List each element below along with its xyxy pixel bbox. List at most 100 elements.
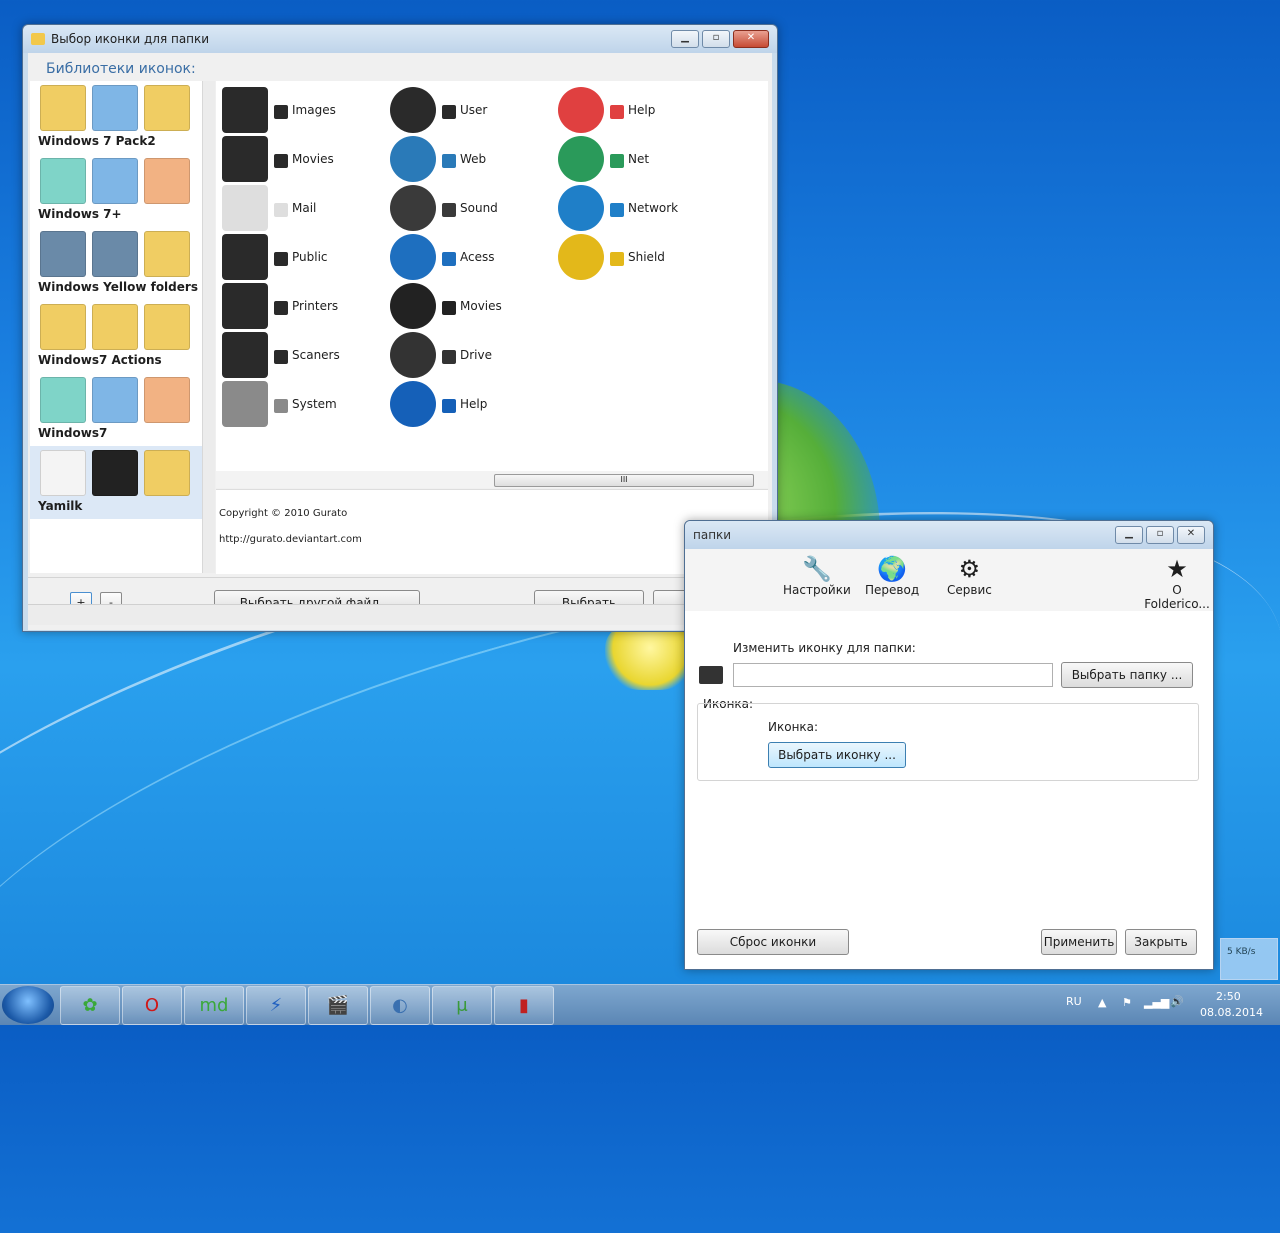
public-folder-small-icon — [274, 252, 288, 266]
net-speed-widget[interactable]: 5 KB/s — [1220, 938, 1278, 980]
copyright-text: Copyright © 2010 Gurato — [219, 508, 348, 519]
icon-item[interactable]: Acess — [390, 234, 550, 282]
library-item[interactable]: Windows7 Actions — [30, 300, 202, 373]
library-preview-icons — [40, 377, 190, 423]
library-item[interactable]: Windows 7+ — [30, 154, 202, 227]
utorrent-icon[interactable]: μ — [432, 986, 492, 1025]
maximize-button[interactable]: ▫ — [702, 30, 730, 48]
icon-label: Web — [460, 152, 487, 166]
folder-icon — [699, 666, 723, 684]
library-label: Библиотеки иконок: — [46, 61, 196, 77]
icon-label: Иконка: — [768, 720, 819, 734]
icon-item[interactable]: Help — [558, 87, 718, 135]
icq-icon[interactable]: ✿ — [60, 986, 120, 1025]
speaker-small-icon — [442, 203, 456, 217]
signal-icon[interactable]: ▂▄▆ — [1144, 996, 1169, 1009]
icon-item[interactable]: Movies — [390, 283, 550, 331]
icon-grid[interactable]: Images Movies Mail Public Printers Scaners Sys… — [216, 81, 768, 471]
folder-icon — [31, 33, 45, 45]
folder-calendar-icon — [92, 304, 138, 350]
mpc-be-icon[interactable]: 🎬 — [308, 986, 368, 1025]
start-button[interactable] — [2, 986, 54, 1024]
blue-folder-icon — [92, 158, 138, 204]
toolbar: 🔧 Настройки 🌍 Перевод ⚙ Сервис ★ О Folderico... — [685, 549, 1213, 611]
library-scrollbar[interactable] — [202, 81, 215, 573]
toolbar-label: Перевод — [865, 583, 920, 597]
folder-check-blue-icon — [92, 85, 138, 131]
icon-grid-hscrollbar[interactable]: III — [216, 471, 768, 488]
icon-item[interactable]: Images — [222, 87, 382, 135]
titlebar[interactable]: Выбор иконки для папки ▁ ▫ ✕ — [23, 25, 777, 53]
titlebar[interactable]: папки ▁ ▫ ✕ — [685, 521, 1213, 549]
folder-printer-dark-icon — [92, 231, 138, 277]
net-globe-small-icon — [610, 154, 624, 168]
minimize-button[interactable]: ▁ — [1115, 526, 1143, 544]
opera-icon[interactable]: O — [122, 986, 182, 1025]
choose-icon-button[interactable]: Выбрать иконку ... — [768, 742, 906, 768]
library-list[interactable]: Windows 7 Pack2 Windows 7+ Windows Yellow … — [30, 81, 202, 573]
icon-item[interactable]: Movies — [222, 136, 382, 184]
black-folder-icon — [92, 450, 138, 496]
accessibility-icon — [390, 234, 436, 280]
icon-item[interactable]: Shield — [558, 234, 718, 282]
client-area: Библиотеки иконок: Windows 7 Pack2 Window… — [28, 53, 772, 630]
drive-small-icon — [442, 350, 456, 364]
thunder-icon[interactable]: ⚡ — [246, 986, 306, 1025]
mail-folder-small-icon — [274, 203, 288, 217]
tray-arrow-icon[interactable]: ▲ — [1098, 996, 1106, 1009]
close-dialog-button[interactable]: Закрыть — [1125, 929, 1197, 955]
icon-item[interactable]: Sound — [390, 185, 550, 233]
library-name: Windows7 — [38, 426, 108, 440]
flag-icon[interactable]: ⚑ — [1122, 996, 1132, 1009]
library-item[interactable]: Windows Yellow folders rebo — [30, 227, 202, 300]
belarus-flag-icon[interactable]: ▮ — [494, 986, 554, 1025]
toolbar-button-wrench[interactable]: 🔧 Настройки — [783, 555, 851, 597]
icon-item[interactable]: System — [222, 381, 382, 429]
library-item[interactable]: Windows 7 Pack2 — [30, 81, 202, 154]
teal-folder-icon — [40, 158, 86, 204]
clock-time[interactable]: 2:50 — [1216, 990, 1241, 1003]
language-indicator[interactable]: RU — [1066, 995, 1082, 1008]
icon-item[interactable]: Help — [390, 381, 550, 429]
icon-item[interactable]: Network — [558, 185, 718, 233]
hscroll-thumb[interactable]: III — [494, 474, 754, 487]
library-preview-icons — [40, 231, 190, 277]
orange-folder-icon — [144, 158, 190, 204]
maximize-button[interactable]: ▫ — [1146, 526, 1174, 544]
icon-item[interactable]: Net — [558, 136, 718, 184]
icon-item[interactable]: Drive — [390, 332, 550, 380]
library-name: Yamilk — [38, 499, 83, 513]
icon-item[interactable]: Public — [222, 234, 382, 282]
close-button[interactable]: ✕ — [1177, 526, 1205, 544]
md-icon[interactable]: md — [184, 986, 244, 1025]
choose-folder-button[interactable]: Выбрать папку ... — [1061, 662, 1193, 688]
folder-check-icon — [40, 85, 86, 131]
icon-item[interactable]: Mail — [222, 185, 382, 233]
icon-item[interactable]: Printers — [222, 283, 382, 331]
network-globe-icon — [558, 185, 604, 231]
author-url[interactable]: http://gurato.deviantart.com — [219, 534, 362, 545]
change-icon-label: Изменить иконку для папки: — [733, 641, 916, 655]
orange-folder-icon — [144, 377, 190, 423]
toolbar-button-star[interactable]: ★ О Folderico... — [1141, 555, 1213, 611]
sync-icon[interactable]: ◐ — [370, 986, 430, 1025]
scanner-small-icon — [274, 350, 288, 364]
library-item[interactable]: Yamilk — [30, 446, 202, 519]
library-item[interactable]: Windows7 — [30, 373, 202, 446]
reset-icon-button[interactable]: Сброс иконки — [697, 929, 849, 955]
apply-button[interactable]: Применить — [1041, 929, 1117, 955]
icon-item[interactable]: User — [390, 87, 550, 135]
shield-small-icon — [610, 252, 624, 266]
toolbar-button-globe[interactable]: 🌍 Перевод — [865, 555, 919, 597]
minimize-button[interactable]: ▁ — [671, 30, 699, 48]
icon-item[interactable]: Web — [390, 136, 550, 184]
folder-adobe-icon — [144, 231, 190, 277]
icon-label: Sound — [460, 201, 498, 215]
volume-icon[interactable]: 🔊 — [1170, 995, 1184, 1008]
folder-path-field[interactable] — [733, 663, 1053, 687]
toolbar-button-gear[interactable]: ⚙ Сервис — [947, 555, 992, 597]
close-button[interactable]: ✕ — [733, 30, 769, 48]
clock-date[interactable]: 08.08.2014 — [1200, 1006, 1263, 1019]
icon-label: Shield — [628, 250, 665, 264]
icon-item[interactable]: Scaners — [222, 332, 382, 380]
